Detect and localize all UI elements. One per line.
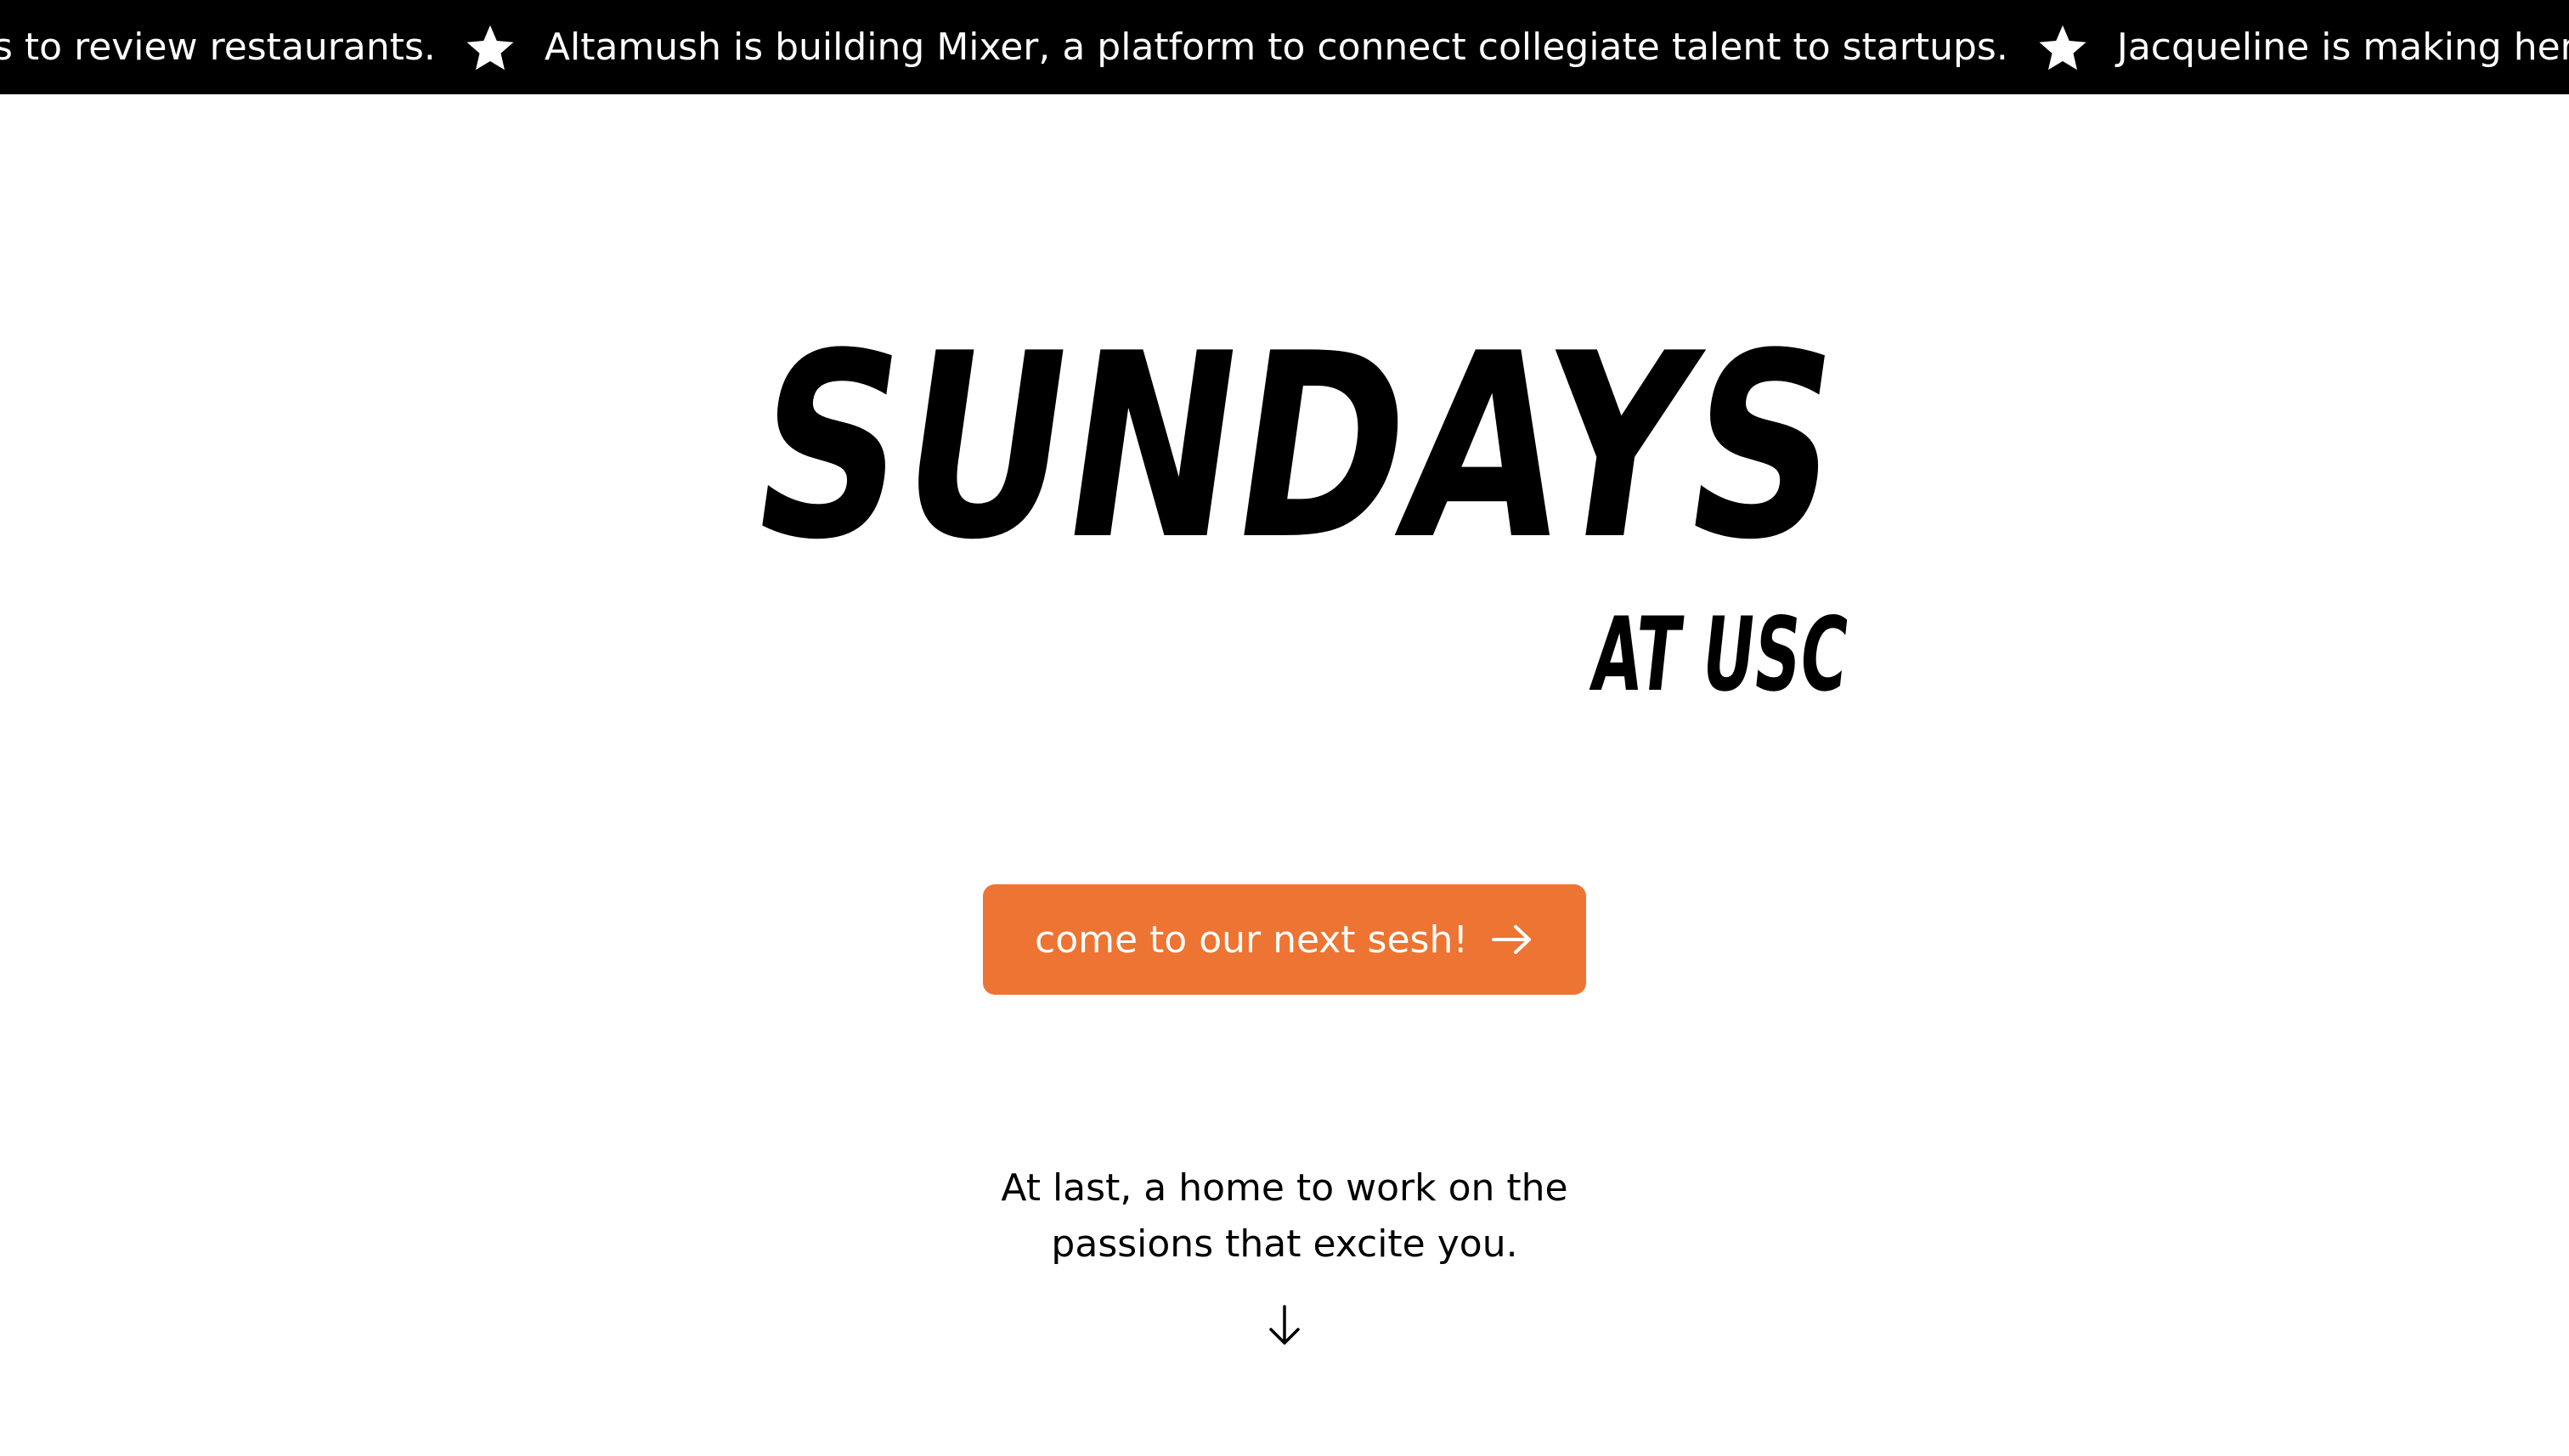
ticker-item: Jacqueline is making her first bbox=[2116, 25, 2569, 69]
next-session-button[interactable]: come to our next sesh! bbox=[983, 884, 1586, 995]
arrow-down-icon[interactable] bbox=[1266, 1304, 1303, 1346]
hero-subtitle-text: AT USC bbox=[1586, 595, 1854, 714]
ticker-item: s to review restaurants. bbox=[0, 25, 436, 69]
ticker-track: s to review restaurants. Altamush is bui… bbox=[0, 0, 2569, 94]
hero-subtitle: AT USC bbox=[1576, 595, 1856, 714]
ticker-item: Altamush is building Mixer, a platform t… bbox=[544, 25, 2008, 69]
hero-title: SUNDAYS bbox=[743, 306, 1839, 578]
news-ticker: s to review restaurants. Altamush is bui… bbox=[0, 0, 2569, 94]
hero-title-text: SUNDAYS bbox=[743, 306, 1839, 578]
arrow-right-icon bbox=[1490, 923, 1534, 957]
star-icon bbox=[2037, 22, 2088, 73]
tagline-line-2: passions that excite you. bbox=[1051, 1222, 1518, 1266]
tagline-line-1: At last, a home to work on the bbox=[1001, 1166, 1568, 1210]
next-session-button-label: come to our next sesh! bbox=[1035, 917, 1468, 962]
tagline: At last, a home to work on the passions … bbox=[860, 1160, 1709, 1273]
star-icon bbox=[465, 22, 516, 73]
